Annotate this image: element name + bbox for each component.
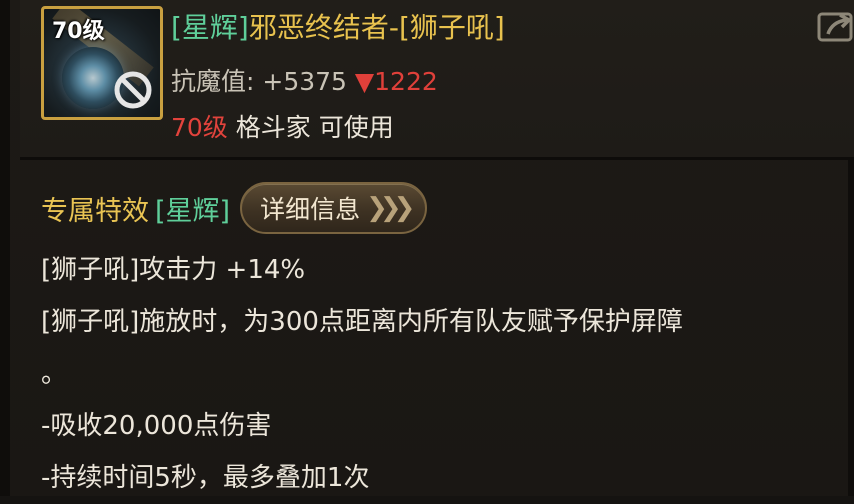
required-class: 格斗家 可使用 (227, 113, 394, 142)
detail-button-label: 详细信息 (260, 195, 361, 224)
chevron-right-icon: ❯❯❯ (366, 193, 415, 223)
detail-info-button[interactable]: 详细信息 ❯❯❯ (240, 182, 428, 234)
effect-line: [狮子吼]施放时，为300点距离内所有队友赋予保护屏障 (41, 307, 683, 337)
item-level-tag: 70级 (52, 19, 105, 44)
effect-section-header: 专属特效 [星辉] 详细信息 ❯❯❯ (41, 182, 428, 234)
share-icon[interactable] (816, 10, 854, 44)
effect-line: -持续时间5秒，最多叠加1次 (41, 463, 370, 493)
requirement: 70级 格斗家 可使用 (171, 108, 394, 144)
section-tag: [星辉] (155, 195, 231, 227)
section-title: 专属特效 (41, 195, 149, 227)
effect-line: [狮子吼]攻击力 +14% (41, 255, 306, 285)
resist-stat: 抗魔值: +5375 ▼1222 (171, 62, 438, 98)
effect-line: -吸收20,000点伤害 (41, 411, 272, 441)
effect-line: 。 (41, 359, 68, 389)
stat-delta: ▼1222 (354, 67, 438, 96)
required-level: 70级 (171, 113, 228, 142)
title-name: 邪恶终结者-[狮子吼] (248, 11, 505, 44)
item-tooltip: 70级 [星辉]邪恶终结者-[狮子吼] 抗魔值: +5375 ▼1222 70级… (0, 0, 854, 496)
title-tag: [星辉] (171, 11, 249, 44)
effect-description: [狮子吼]攻击力 +14% [狮子吼]施放时，为300点距离内所有队友赋予保护屏… (41, 244, 841, 504)
item-title: [星辉]邪恶终结者-[狮子吼] (171, 6, 505, 46)
unusable-icon (114, 71, 152, 109)
stat-label: 抗魔值: (171, 67, 263, 96)
item-icon[interactable]: 70级 (41, 6, 163, 120)
stat-value: +5375 (262, 67, 347, 96)
